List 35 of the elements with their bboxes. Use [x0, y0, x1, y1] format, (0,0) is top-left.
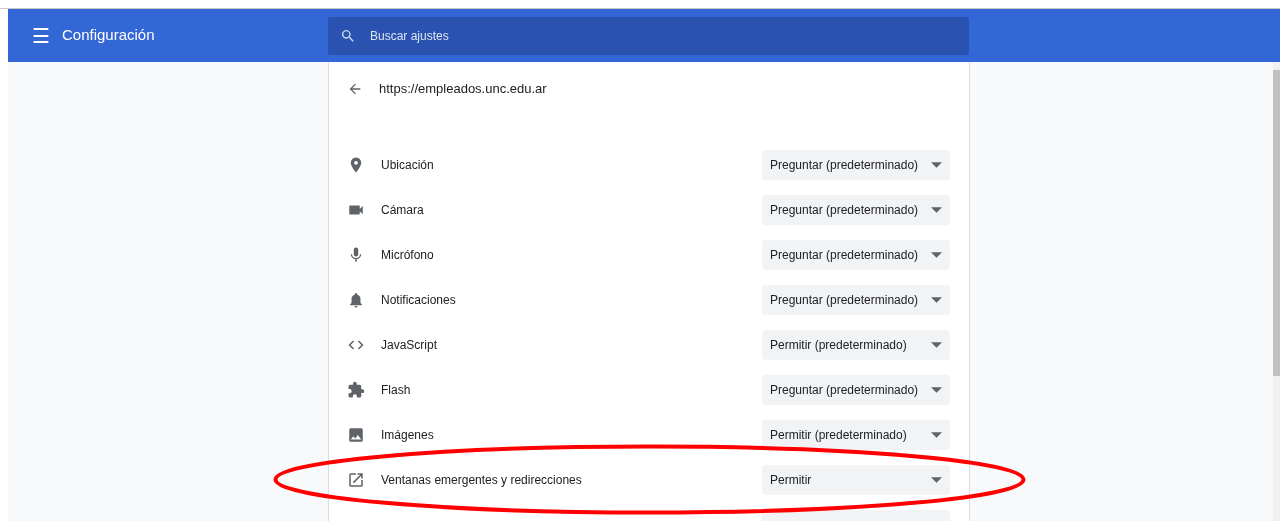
permission-dropdown[interactable]: Preguntar (predeterminado)	[762, 284, 950, 315]
permission-dropdown[interactable]: Permitir (predeterminado)	[762, 329, 950, 360]
image-icon	[347, 425, 365, 444]
page-title: Configuración	[62, 25, 155, 46]
permission-dropdown[interactable]: Permitir	[762, 464, 950, 495]
permission-label: Notificaciones	[381, 291, 457, 309]
permission-label: Flash	[381, 381, 412, 399]
permission-label: Ubicación	[381, 156, 435, 174]
menu-icon[interactable]: ☰	[32, 25, 50, 46]
dropdown-caret-icon	[931, 161, 942, 168]
dropdown-caret-icon	[931, 386, 942, 393]
dropdown-caret-icon	[931, 296, 942, 303]
dropdown-caret-icon	[931, 431, 942, 438]
permission-label: Ventanas emergentes y redirecciones	[381, 471, 583, 489]
permission-label: Micrófono	[381, 246, 435, 264]
permission-dropdown[interactable]: Permitir (predeterminado)	[762, 419, 950, 450]
scrollbar-thumb[interactable]	[1273, 70, 1280, 376]
dropdown-caret-icon	[931, 341, 942, 348]
permission-dropdown[interactable]: Preguntar (predeterminado)	[762, 149, 950, 180]
permission-label: Imágenes	[381, 426, 435, 444]
permission-label: Cámara	[381, 201, 425, 219]
dropdown-caret-icon	[931, 251, 942, 258]
site-url: https://empleados.unc.edu.ar	[379, 80, 547, 99]
permission-dropdown[interactable]: Preguntar (predeterminado)	[762, 239, 950, 270]
permission-dropdown[interactable]: Preguntar (predeterminado)	[762, 374, 950, 405]
puzzle-piece-icon	[347, 380, 365, 399]
dropdown-caret-icon	[931, 476, 942, 483]
permission-label: JavaScript	[381, 336, 439, 354]
external-link-icon	[347, 470, 365, 489]
bell-icon	[347, 290, 365, 309]
permission-dropdown[interactable]: Preguntar (predeterminado)	[762, 194, 950, 225]
search-field[interactable]: Buscar ajustes	[328, 16, 969, 55]
dropdown-caret-icon	[931, 206, 942, 213]
back-arrow-icon[interactable]	[347, 81, 363, 97]
search-icon	[340, 27, 356, 44]
